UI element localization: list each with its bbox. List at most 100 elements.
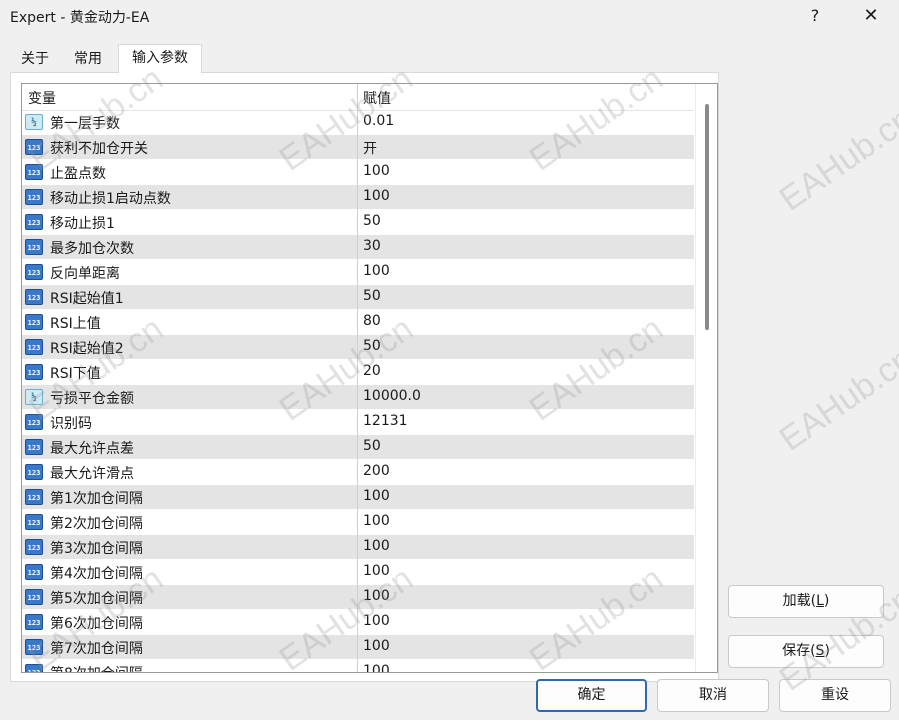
- table-row[interactable]: 123 第1次加仓间隔 100: [22, 485, 694, 510]
- table-row[interactable]: 123 RSI起始值2 50: [22, 335, 694, 360]
- table-row[interactable]: 123 RSI下值 20: [22, 360, 694, 385]
- table-row[interactable]: 123 RSI上值 80: [22, 310, 694, 335]
- close-icon[interactable]: ✕: [858, 4, 884, 28]
- integer-icon: 123: [25, 639, 43, 655]
- parameter-name: RSI起始值2: [50, 341, 124, 357]
- parameter-value[interactable]: 100: [363, 638, 390, 654]
- watermark: EAHub.cn: [772, 99, 899, 219]
- column-divider: [357, 210, 358, 235]
- parameter-name: 第1次加仓间隔: [50, 491, 143, 507]
- tab-about[interactable]: 关于: [10, 46, 60, 72]
- column-divider: [357, 235, 358, 260]
- table-row[interactable]: 123 第7次加仓间隔 100: [22, 635, 694, 660]
- integer-icon: 123: [25, 339, 43, 355]
- parameter-name: RSI起始值1: [50, 291, 124, 307]
- parameter-name: 最多加仓次数: [50, 241, 134, 257]
- parameter-value[interactable]: 20: [363, 363, 381, 379]
- parameter-value[interactable]: 10000.0: [363, 388, 421, 404]
- integer-icon: 123: [25, 314, 43, 330]
- parameter-value[interactable]: 50: [363, 213, 381, 229]
- table-row[interactable]: 123 获利不加仓开关 开: [22, 135, 694, 160]
- parameter-value[interactable]: 100: [363, 613, 390, 629]
- column-divider: [357, 635, 358, 660]
- parameter-value[interactable]: 100: [363, 163, 390, 179]
- integer-icon: 123: [25, 189, 43, 205]
- parameter-name: 止盈点数: [50, 166, 106, 182]
- parameter-value[interactable]: 100: [363, 488, 390, 504]
- tab-common[interactable]: 常用: [62, 46, 114, 72]
- parameter-name: 亏损平仓金额: [50, 391, 134, 407]
- ok-button[interactable]: 确定: [536, 679, 647, 712]
- scrollbar-thumb[interactable]: [705, 104, 709, 330]
- parameter-name: 第一层手数: [50, 116, 120, 132]
- column-divider: [357, 285, 358, 310]
- parameter-name: 反向单距离: [50, 266, 120, 282]
- parameter-name: 移动止损1启动点数: [50, 191, 171, 207]
- table-row[interactable]: 123 第3次加仓间隔 100: [22, 535, 694, 560]
- integer-icon: 123: [25, 239, 43, 255]
- column-header-value[interactable]: 赋值: [363, 88, 391, 108]
- table-row[interactable]: ½ 第一层手数 0.01: [22, 110, 694, 135]
- column-divider: [357, 360, 358, 385]
- parameter-value[interactable]: 100: [363, 538, 390, 554]
- column-header-variable[interactable]: 变量: [28, 88, 56, 108]
- parameter-name: 最大允许滑点: [50, 466, 134, 482]
- grid-rows: ½ 第一层手数 0.01 123 获利不加仓开关 开 123 止盈点数 100 123 移动止损1启…: [22, 110, 694, 672]
- tab-inputs[interactable]: 输入参数: [118, 44, 202, 73]
- integer-icon: 123: [25, 489, 43, 505]
- reset-button[interactable]: 重设: [779, 679, 891, 712]
- table-row[interactable]: 123 最大允许滑点 200: [22, 460, 694, 485]
- table-row[interactable]: 123 反向单距离 100: [22, 260, 694, 285]
- table-row[interactable]: 123 第4次加仓间隔 100: [22, 560, 694, 585]
- parameter-name: 第6次加仓间隔: [50, 616, 143, 632]
- parameter-name: 第3次加仓间隔: [50, 541, 143, 557]
- column-divider: [357, 535, 358, 560]
- fraction-icon: ½: [25, 389, 43, 405]
- column-divider: [357, 660, 358, 672]
- parameter-name: 第2次加仓间隔: [50, 516, 143, 532]
- table-row[interactable]: 123 第8次加仓间隔 100: [22, 660, 694, 672]
- table-row[interactable]: 123 第5次加仓间隔 100: [22, 585, 694, 610]
- parameter-value[interactable]: 80: [363, 313, 381, 329]
- parameter-value[interactable]: 12131: [363, 413, 408, 429]
- load-button[interactable]: 加载(L): [728, 585, 884, 618]
- parameter-value[interactable]: 50: [363, 438, 381, 454]
- table-row[interactable]: 123 RSI起始值1 50: [22, 285, 694, 310]
- parameter-value[interactable]: 100: [363, 588, 390, 604]
- table-row[interactable]: 123 识别码 12131: [22, 410, 694, 435]
- column-divider: [357, 435, 358, 460]
- parameter-value[interactable]: 开: [363, 138, 377, 158]
- parameter-value[interactable]: 50: [363, 338, 381, 354]
- parameter-value[interactable]: 100: [363, 263, 390, 279]
- parameter-value[interactable]: 100: [363, 513, 390, 529]
- parameter-value[interactable]: 100: [363, 188, 390, 204]
- table-row[interactable]: 123 最多加仓次数 30: [22, 235, 694, 260]
- integer-icon: 123: [25, 264, 43, 280]
- table-row[interactable]: 123 移动止损1 50: [22, 210, 694, 235]
- integer-icon: 123: [25, 539, 43, 555]
- parameter-value[interactable]: 30: [363, 238, 381, 254]
- column-divider: [357, 335, 358, 360]
- parameter-value[interactable]: 100: [363, 663, 390, 672]
- grid-header: 变量 赋值: [22, 84, 694, 111]
- table-row[interactable]: 123 最大允许点差 50: [22, 435, 694, 460]
- cancel-button[interactable]: 取消: [657, 679, 769, 712]
- column-divider[interactable]: [357, 84, 358, 110]
- column-divider: [357, 385, 358, 410]
- save-button[interactable]: 保存(S): [728, 635, 884, 668]
- table-row[interactable]: 123 移动止损1启动点数 100: [22, 185, 694, 210]
- vertical-scrollbar[interactable]: [695, 84, 717, 672]
- table-row[interactable]: 123 止盈点数 100: [22, 160, 694, 185]
- column-divider: [357, 110, 358, 135]
- table-row[interactable]: 123 第2次加仓间隔 100: [22, 510, 694, 535]
- table-row[interactable]: ½ 亏损平仓金额 10000.0: [22, 385, 694, 410]
- column-divider: [357, 560, 358, 585]
- parameter-name: 第4次加仓间隔: [50, 566, 143, 582]
- column-divider: [357, 310, 358, 335]
- help-icon[interactable]: ?: [804, 4, 826, 28]
- parameter-value[interactable]: 100: [363, 563, 390, 579]
- parameter-value[interactable]: 0.01: [363, 113, 394, 129]
- table-row[interactable]: 123 第6次加仓间隔 100: [22, 610, 694, 635]
- parameter-value[interactable]: 200: [363, 463, 390, 479]
- parameter-value[interactable]: 50: [363, 288, 381, 304]
